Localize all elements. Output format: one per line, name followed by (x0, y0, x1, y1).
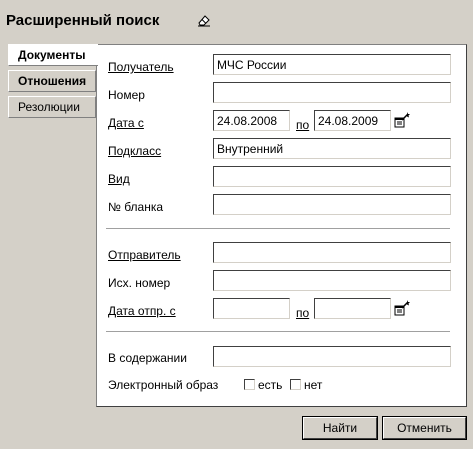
out-number-field[interactable] (213, 270, 451, 291)
section-divider (106, 228, 450, 229)
date-to-field[interactable] (314, 110, 391, 131)
calendar-wand-icon[interactable] (393, 299, 411, 317)
search-form-panel: Получатель Номер Дата с по Подкласс Вид … (96, 44, 467, 407)
sender-label[interactable]: Отправитель (108, 248, 181, 262)
recipient-label[interactable]: Получатель (108, 60, 174, 74)
eimage-yes-checkbox[interactable] (244, 379, 255, 390)
eimage-no-label: нет (304, 378, 323, 392)
kind-label[interactable]: Вид (108, 172, 130, 186)
date-from-field[interactable] (213, 110, 290, 131)
sender-field[interactable] (213, 242, 451, 263)
electronic-image-label: Электронный образ (108, 378, 219, 392)
tab-relations[interactable]: Отношения (8, 70, 96, 92)
content-field[interactable] (213, 346, 451, 367)
subclass-field[interactable] (213, 138, 451, 159)
send-date-from-field[interactable] (213, 298, 290, 319)
eraser-icon[interactable] (196, 12, 212, 28)
date-to-label[interactable]: по (296, 118, 309, 132)
number-label: Номер (108, 88, 145, 102)
number-field[interactable] (213, 82, 451, 103)
find-button[interactable]: Найти (302, 416, 378, 440)
tab-documents[interactable]: Документы (8, 44, 98, 66)
send-date-to-field[interactable] (314, 298, 391, 319)
date-from-label[interactable]: Дата с (108, 116, 144, 130)
recipient-field[interactable] (213, 54, 451, 75)
cancel-button[interactable]: Отменить (382, 416, 467, 440)
send-date-to-label[interactable]: по (296, 306, 309, 320)
content-label: В содержании (108, 351, 187, 365)
calendar-wand-icon[interactable] (393, 111, 411, 129)
out-number-label: Исх. номер (108, 276, 171, 290)
tab-resolutions[interactable]: Резолюции (8, 96, 96, 118)
page-title: Расширенный поиск (6, 12, 160, 29)
send-date-from-label[interactable]: Дата отпр. с (108, 304, 176, 318)
kind-field[interactable] (213, 166, 451, 187)
blank-number-field[interactable] (213, 194, 451, 215)
eimage-no-checkbox[interactable] (290, 379, 301, 390)
eimage-yes-label: есть (258, 378, 283, 392)
blank-number-label: № бланка (108, 200, 164, 214)
subclass-label[interactable]: Подкласс (108, 144, 161, 158)
section-divider (106, 331, 450, 332)
